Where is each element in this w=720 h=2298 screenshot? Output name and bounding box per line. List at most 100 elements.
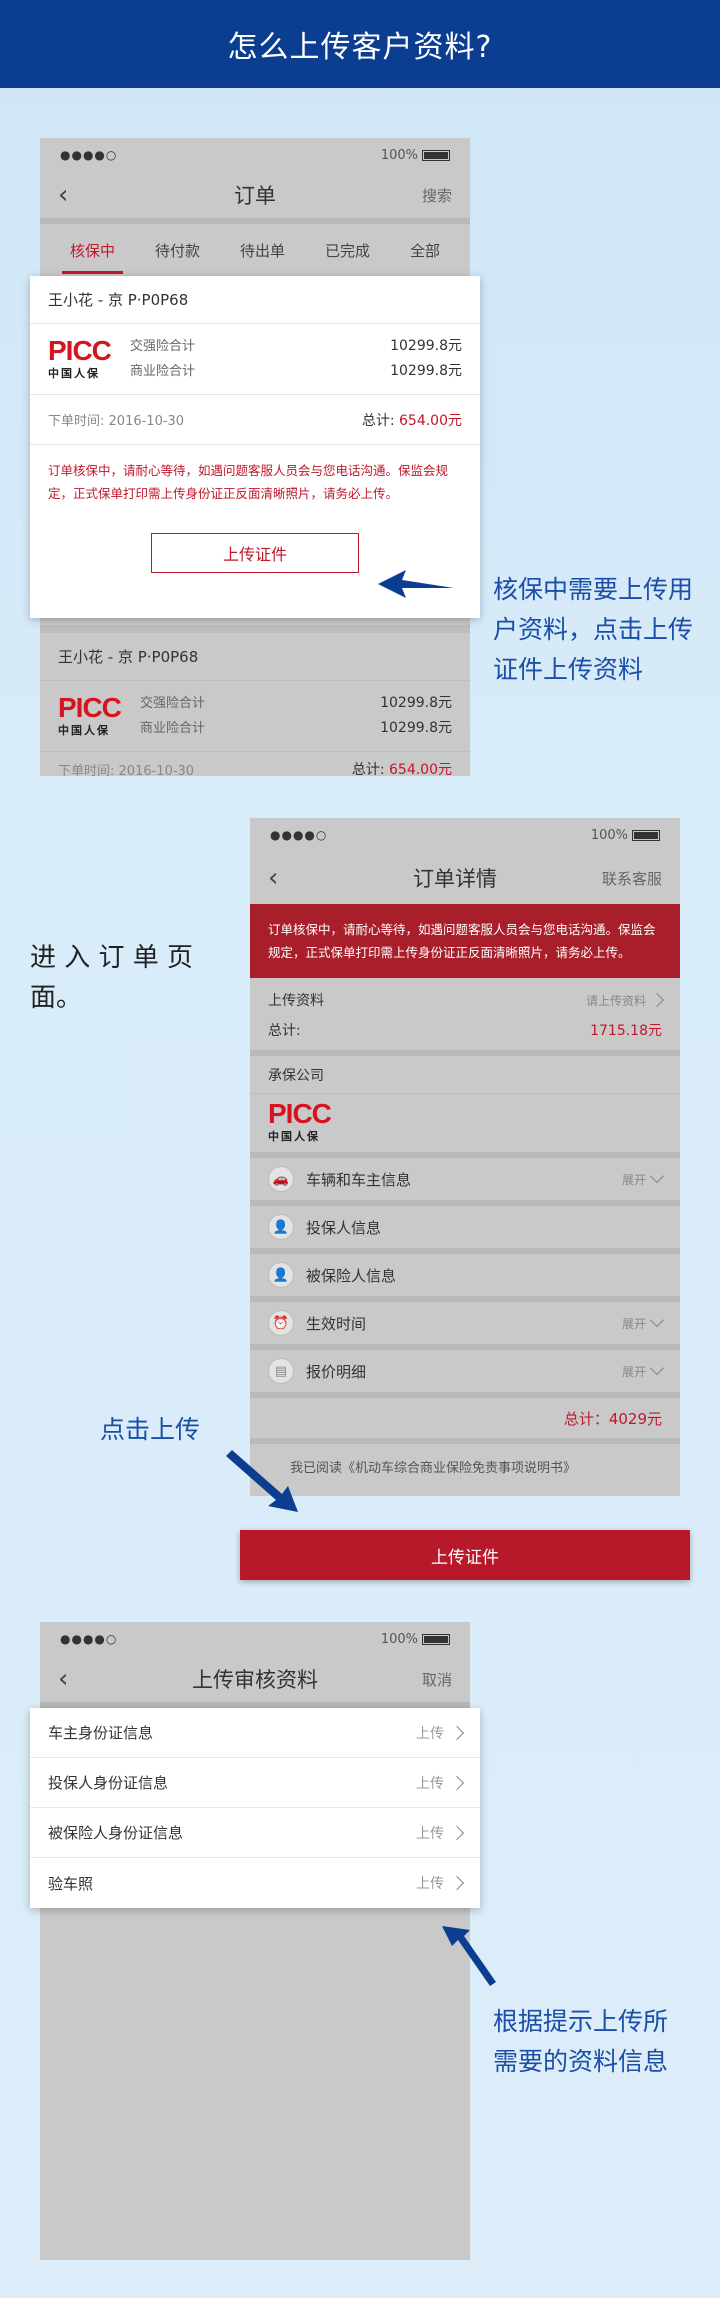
search-button[interactable]: 搜索 — [392, 185, 452, 206]
arrow-pointer-icon — [226, 1450, 298, 1512]
section-policyholder[interactable]: 👤 投保人信息 — [250, 1206, 680, 1254]
upload-row-owner-id[interactable]: 车主身份证信息 上传 — [30, 1708, 480, 1758]
nav-bar: ‹ 订单详情 联系客服 — [250, 852, 680, 904]
compulsory-value: 10299.8元 — [380, 695, 452, 711]
total-label: 总计: — [361, 412, 395, 429]
battery-icon — [422, 149, 450, 161]
battery-icon — [422, 1633, 450, 1645]
page-title: 怎么上传客户资料? — [227, 30, 493, 65]
chevron-down-icon — [649, 1360, 665, 1376]
upload-row-vehicle-photo[interactable]: 验车照 上传 — [30, 1858, 480, 1908]
chevron-right-icon — [449, 1725, 465, 1740]
phone-screen-order-detail: ●●●●○ 100% ‹ 订单详情 联系客服 订单核保中，请耐心等待，如遇问题客… — [250, 818, 680, 1496]
total-value: 1715.18元 — [590, 1023, 662, 1039]
compulsory-label: 交强险合计 — [140, 696, 206, 711]
commercial-label: 商业险合计 — [140, 721, 206, 736]
clock-icon: ⏰ — [268, 1310, 294, 1336]
expand-label: 展开 — [621, 1364, 646, 1379]
section-effective-time[interactable]: ⏰ 生效时间 展开 — [250, 1302, 680, 1350]
arrow-pointer-icon — [378, 570, 454, 598]
underwriting-notice-banner: 订单核保中，请耐心等待，如遇问题客服人员会与您电话沟通。保监会规定，正式保单打印… — [250, 904, 680, 978]
expand-label: 展开 — [621, 1316, 646, 1331]
total-label: 总计: — [268, 1023, 301, 1039]
expand-label: 展开 — [621, 1172, 646, 1187]
section-vehicle-owner[interactable]: 🚗 车辆和车主信息 展开 — [250, 1158, 680, 1206]
order-tabs: 核保中 待付款 待出单 已完成 全部 — [40, 224, 470, 276]
commercial-label: 商业险合计 — [130, 364, 196, 379]
back-icon[interactable]: ‹ — [268, 863, 328, 893]
tab-all[interactable]: 全部 — [402, 224, 448, 276]
contact-service-button[interactable]: 联系客服 — [582, 868, 662, 889]
upload-docs-row[interactable]: 上传资料 请上传资料 — [250, 984, 680, 1016]
cancel-button[interactable]: 取消 — [392, 1669, 452, 1690]
upload-action: 上传 — [416, 1725, 444, 1742]
row-label: 被保险人身份证信息 — [48, 1824, 184, 1842]
chevron-right-icon — [649, 992, 665, 1008]
signal-icon: ●●●●○ — [60, 1632, 118, 1646]
person-icon: 👤 — [268, 1214, 294, 1240]
signal-icon: ●●●●○ — [60, 148, 118, 162]
header-banner: 怎么上传客户资料? — [0, 0, 720, 88]
agree-checkbox-row[interactable]: 我已阅读《机动车综合商业保险免责事项说明书》 — [250, 1444, 680, 1488]
upload-id-button[interactable]: 上传证件 — [151, 533, 359, 573]
status-bar: ●●●●○ 100% — [40, 1622, 470, 1656]
signal-icon: ●●●●○ — [270, 828, 328, 842]
order-time-value: 2016-10-30 — [108, 414, 185, 429]
total-value: 654.00元 — [399, 412, 462, 429]
upload-id-button[interactable]: 上传证件 — [240, 1530, 690, 1580]
battery-icon — [632, 829, 660, 841]
chevron-down-icon — [649, 1168, 665, 1184]
underwriting-notice: 订单核保中，请耐心等待，如遇问题客服人员会与您电话沟通。保监会规定，正式保单打印… — [48, 463, 449, 501]
callout-upload-instruction: 核保中需要上传用户资料，点击上传证件上传资料 — [493, 575, 694, 684]
upload-row-insured-id[interactable]: 被保险人身份证信息 上传 — [30, 1808, 480, 1858]
tab-pending-issue[interactable]: 待出单 — [232, 224, 293, 276]
nav-bar: ‹ 订单 搜索 — [40, 172, 470, 224]
compulsory-value: 10299.8元 — [390, 338, 462, 354]
upload-row-policyholder-id[interactable]: 投保人身份证信息 上传 — [30, 1758, 480, 1808]
picc-logo: PICC 中国人保 — [48, 335, 112, 381]
back-icon[interactable]: ‹ — [58, 180, 118, 210]
nav-title: 上传审核资料 — [192, 1668, 318, 1692]
back-icon[interactable]: ‹ — [58, 1664, 118, 1694]
order-time-label: 下单时间: — [48, 414, 105, 429]
tab-pending-payment[interactable]: 待付款 — [147, 224, 208, 276]
nav-title: 订单 — [234, 184, 276, 208]
upload-docs-label: 上传资料 — [268, 993, 324, 1009]
commercial-value: 10299.8元 — [380, 720, 452, 736]
row-label: 验车照 — [48, 1874, 94, 1893]
callout-upload-as-prompted: 根据提示上传所需要的资料信息 — [493, 2007, 669, 2076]
status-bar: ●●●●○ 100% — [250, 818, 680, 852]
chevron-down-icon — [649, 1312, 665, 1328]
battery-percent: 100% — [380, 147, 418, 163]
picc-logo: PICC 中国人保 — [268, 1098, 332, 1144]
nav-title: 订单详情 — [413, 867, 497, 891]
tab-completed[interactable]: 已完成 — [317, 224, 378, 276]
chevron-right-icon — [449, 1775, 465, 1790]
upload-docs-hint: 请上传资料 — [585, 993, 646, 1008]
callout-click-upload: 点击上传 — [100, 1415, 201, 1444]
order-card-secondary[interactable]: 王小花 - 京 P·P0P68 PICC 中国人保 交强险合计 10299.8元 … — [40, 625, 470, 779]
total-value: 654.00元 — [389, 762, 452, 778]
grand-total: 总计：4029元 — [563, 1409, 662, 1428]
arrow-pointer-icon — [442, 1926, 496, 1986]
section-insured[interactable]: 👤 被保险人信息 — [250, 1254, 680, 1302]
upload-action: 上传 — [416, 1825, 444, 1842]
chevron-right-icon — [449, 1875, 465, 1891]
row-label: 车主身份证信息 — [48, 1724, 154, 1742]
callout-enter-order: 进 入 订 单 页 面。 — [30, 943, 194, 1013]
picc-logo: PICC 中国人保 — [58, 692, 122, 738]
order-customer-name: 王小花 - 京 P·P0P68 — [30, 276, 480, 324]
upload-docs-list: 车主身份证信息 上传 投保人身份证信息 上传 被保险人身份证信息 上传 验车照 … — [30, 1708, 480, 1908]
receipt-icon: ▤ — [268, 1358, 294, 1384]
order-customer-name: 王小花 - 京 P·P0P68 — [40, 633, 470, 681]
insurer-label: 承保公司 — [268, 1067, 324, 1084]
section-quote-details[interactable]: ▤ 报价明细 展开 — [250, 1350, 680, 1398]
agree-text: 我已阅读《机动车综合商业保险免责事项说明书》 — [290, 1460, 577, 1476]
person-icon: 👤 — [268, 1262, 294, 1288]
battery-percent: 100% — [380, 1631, 418, 1647]
tab-underwriting[interactable]: 核保中 — [61, 224, 124, 276]
nav-bar: ‹ 上传审核资料 取消 — [40, 1656, 470, 1708]
upload-action: 上传 — [416, 1775, 444, 1792]
order-time-value: 2016-10-30 — [118, 763, 195, 779]
chevron-right-icon — [449, 1825, 465, 1840]
